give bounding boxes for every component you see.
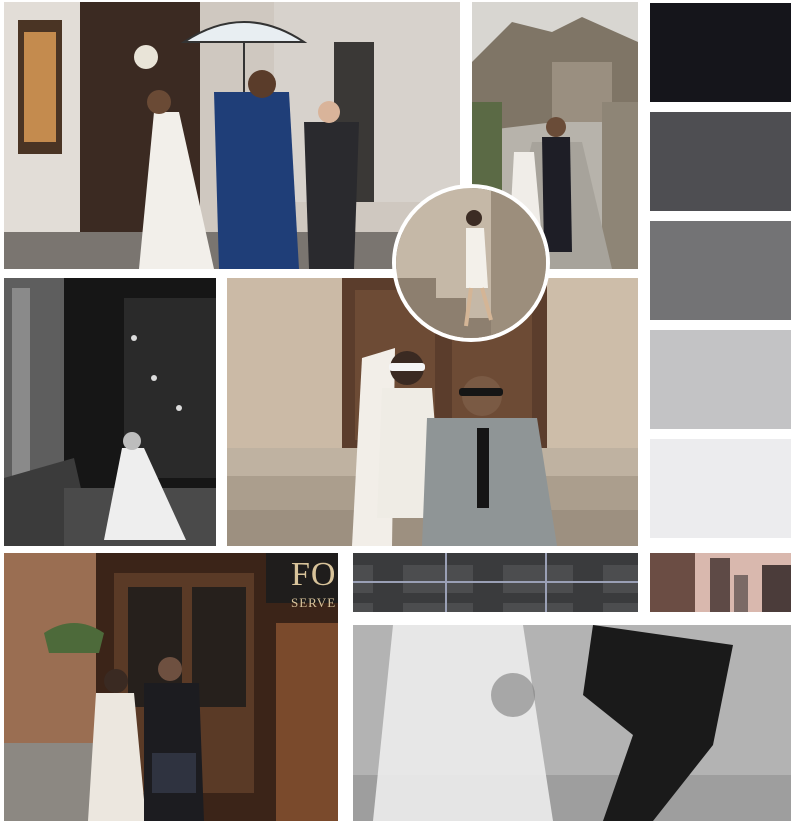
photo-circle-stairs-bride <box>392 184 550 342</box>
shop-sign-line2: SERVE <box>291 595 337 610</box>
palette-swatch-light-grey <box>650 330 791 429</box>
photo-night-street-bride <box>4 278 216 546</box>
photo-rainy-street-celebration <box>4 2 460 269</box>
palette-swatch-off-white <box>650 439 791 538</box>
shop-sign-line1: FO <box>291 556 337 593</box>
palette-swatch-black <box>650 3 791 102</box>
photo-street-dusk <box>650 553 791 612</box>
tartan-fabric-swatch <box>353 553 638 612</box>
palette-swatch-charcoal <box>650 112 791 211</box>
photo-shopfront-couple: FO SERVE <box>4 553 338 821</box>
photo-motion-blur-running <box>353 625 791 821</box>
palette-swatch-grey <box>650 221 791 320</box>
